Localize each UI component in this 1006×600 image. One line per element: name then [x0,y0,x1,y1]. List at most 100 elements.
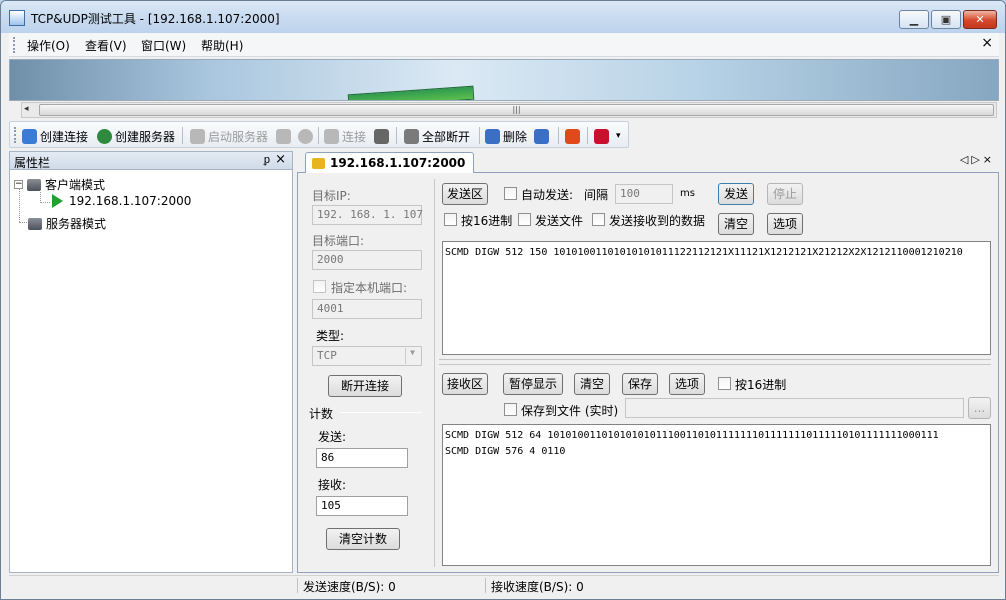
send-received-checkbox[interactable] [592,213,605,226]
disconnect-button[interactable] [374,127,392,145]
pause-display-button[interactable]: 暂停显示 [503,373,563,395]
delete-server-button[interactable] [298,127,316,145]
disconnect-connection-button[interactable]: 断开连接 [328,375,402,397]
scroll-left-icon[interactable]: ◂ [24,104,29,114]
start-server-button[interactable]: 启动服务器 [190,127,268,145]
tree-collapse-icon[interactable]: − [14,180,23,189]
send-textarea[interactable]: SCMD DIGW 512 150 1010100110101010101112… [442,241,991,355]
send-hex16-checkbox[interactable] [444,213,457,226]
toolbar-separator [396,127,397,144]
interval-field: 100 [615,184,673,204]
toolbar-separator [587,127,588,144]
splitter-bar[interactable] [439,359,991,365]
menu-help[interactable]: 帮助(H) [201,37,243,54]
recv-clear-button[interactable]: 清空 [574,373,610,395]
tree-node-server-mode[interactable]: 服务器模式 [28,215,106,232]
recv-hex16-checkbox[interactable] [718,377,731,390]
tab-connection[interactable]: 192.168.1.107:2000 [305,152,475,174]
recv-area-button[interactable]: 接收区 [442,373,488,395]
recv-options-button[interactable]: 选项 [669,373,705,395]
target-port-label: 目标端口: [312,234,365,248]
auto-send-checkbox[interactable] [504,187,517,200]
tree-node-client-mode[interactable]: − 客户端模式 [14,176,105,193]
type-select: TCP ▼ [312,346,422,366]
panel-close-icon[interactable]: × [275,152,286,167]
stop-button[interactable] [565,127,583,145]
start-server-label: 启动服务器 [208,129,269,144]
properties-panel-title: 属性栏 [14,156,51,170]
column-divider [434,179,435,567]
toolbar-overflow-button[interactable]: ▾ [616,127,621,145]
save-path-field [625,398,964,418]
restore-button[interactable]: ▣ [931,10,961,29]
minimize-button[interactable]: ▁ [899,10,929,29]
recv-line: SCMD DIGW 576 4 0110 [445,446,566,457]
send-clear-button[interactable]: 清空 [718,213,754,235]
create-server-button[interactable]: 创建服务器 [97,127,175,145]
exit-icon [594,128,609,144]
disconnect-all-label: 全部断开 [422,129,471,144]
toolbar-separator [318,127,319,144]
scroll-thumb[interactable]: ||| [39,104,994,116]
interval-label: 间隔 [584,188,609,202]
properties-panel-title-bar: 属性栏 ᵱ × [10,152,292,170]
send-count-label: 发送: [318,430,347,444]
recv-count-field[interactable]: 105 [316,496,408,516]
toolbar-separator [182,127,183,144]
status-separator [297,578,298,593]
delete-button[interactable]: 删除 [485,127,527,145]
target-ip-field: 192. 168. 1. 107 [312,205,423,225]
menu-operate[interactable]: 操作(O) [27,37,70,54]
recv-save-button[interactable]: 保存 [622,373,658,395]
local-port-checkbox [313,280,326,293]
tab-nav-controls[interactable]: ◁▷× [960,153,995,166]
close-button[interactable]: ✕ [963,10,997,29]
type-label: 类型: [316,329,345,343]
recv-textarea[interactable]: SCMD DIGW 512 64 10101001101010101011100… [442,424,991,566]
delete-label: 删除 [503,129,528,144]
app-icon [9,10,25,26]
create-connection-label: 创建连接 [40,129,89,144]
toolbar-separator [558,127,559,144]
mdi-close-icon[interactable]: × [981,35,993,51]
menu-view[interactable]: 查看(V) [85,37,127,54]
create-connection-button[interactable]: 创建连接 [22,127,88,145]
stop-send-button[interactable]: 停止 [767,183,803,205]
tree-node-connection[interactable]: 192.168.1.107:2000 [52,194,191,208]
pin-icon[interactable]: ᵱ [264,153,270,166]
server-mode-label: 服务器模式 [46,217,107,231]
create-connection-icon [22,128,37,144]
send-area-button[interactable]: 发送区 [442,183,488,205]
disconnect-all-button[interactable]: 全部断开 [404,127,470,145]
delete-server-icon [298,128,313,144]
local-port-label: 指定本机端口: [331,281,408,295]
client-mode-label: 客户端模式 [45,178,106,192]
recv-speed-status: 接收速度(B/S): 0 [491,580,584,594]
connection-label: 192.168.1.107:2000 [69,194,192,208]
banner-scrollbar[interactable]: ◂ ||| [21,102,997,118]
toolbar-grip [14,127,16,143]
save-to-file-checkbox[interactable] [504,403,517,416]
properties-panel: 属性栏 ᵱ × − 客户端模式 192.168.1.107:2000 服务器模式 [9,151,293,573]
recv-count-label: 接收: [318,478,347,492]
send-button[interactable]: 发送 [718,183,754,205]
stop-server-icon [276,128,291,144]
send-options-button[interactable]: 选项 [767,213,803,235]
delete-all-button[interactable] [534,127,552,145]
send-count-field[interactable]: 86 [316,448,408,468]
browse-button[interactable]: ... [968,397,991,419]
interval-unit: ms [680,188,695,199]
tree-connector [19,188,20,222]
connect-button[interactable]: 连接 [324,127,366,145]
menu-bar: 操作(O) 查看(V) 窗口(W) 帮助(H) × [9,33,999,57]
stop-server-button[interactable] [276,127,294,145]
menu-window[interactable]: 窗口(W) [141,37,186,54]
window-title: TCP&UDP测试工具 - [192.168.1.107:2000] [31,12,280,26]
type-select-value: TCP [317,349,337,362]
toolbar: 创建连接 创建服务器 启动服务器 连接 全部断开 删除 ▾ [9,121,629,148]
status-bar: 发送速度(B/S): 0 接收速度(B/S): 0 [9,575,999,595]
send-file-checkbox[interactable] [518,213,531,226]
title-bar: TCP&UDP测试工具 - [192.168.1.107:2000] ▁ ▣ ✕ [1,1,1005,33]
exit-button[interactable] [594,127,612,145]
clear-count-button[interactable]: 清空计数 [326,528,400,550]
